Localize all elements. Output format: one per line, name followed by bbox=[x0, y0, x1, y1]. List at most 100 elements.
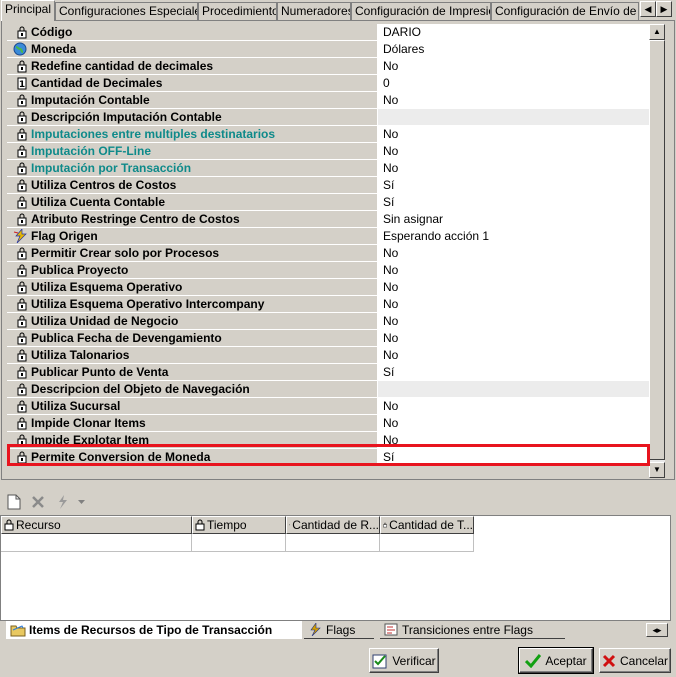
vertical-scrollbar[interactable]: ▲ ▼ bbox=[649, 24, 665, 478]
tab-flags[interactable]: Flags bbox=[304, 621, 374, 639]
property-value[interactable]: Sí bbox=[378, 364, 649, 380]
property-row[interactable]: Código DARIO bbox=[7, 24, 649, 41]
property-row[interactable]: Imputación Contable No bbox=[7, 92, 649, 109]
lock-icon bbox=[7, 109, 31, 125]
flag-icon bbox=[7, 228, 31, 244]
scroll-thumb[interactable] bbox=[649, 40, 665, 460]
property-row[interactable]: Imputación OFF-Line No bbox=[7, 143, 649, 160]
property-value[interactable]: Sí bbox=[378, 194, 649, 210]
property-value[interactable]: No bbox=[378, 296, 649, 312]
tab-scroll-left-button[interactable]: ◀ bbox=[640, 1, 656, 17]
column-header-tiempo[interactable]: Tiempo bbox=[192, 516, 286, 534]
property-grid-panel: Código DARIO Moneda Dólares Redefine cantida… bbox=[1, 20, 675, 480]
property-row[interactable]: Utiliza Talonarios No bbox=[7, 347, 649, 364]
property-row[interactable]: Utiliza Esquema Operativo Intercompany No bbox=[7, 296, 649, 313]
tab-numeradores[interactable]: Numeradores bbox=[277, 2, 351, 20]
property-value[interactable]: No bbox=[378, 92, 649, 108]
property-value[interactable]: DARIO bbox=[378, 24, 649, 40]
property-value[interactable]: No bbox=[378, 398, 649, 414]
property-name: Publica Fecha de Devengamiento bbox=[7, 330, 378, 346]
property-row[interactable]: Utiliza Centros de Costos Sí bbox=[7, 177, 649, 194]
tab-items-recursos[interactable]: Items de Recursos de Tipo de Transacción bbox=[6, 621, 302, 639]
property-row[interactable]: Permitir Crear solo por Procesos No bbox=[7, 245, 649, 262]
table-row[interactable] bbox=[1, 534, 474, 552]
property-name: Utiliza Esquema Operativo bbox=[7, 279, 378, 295]
property-value[interactable]: No bbox=[378, 143, 649, 159]
tab-configuracion-impresion[interactable]: Configuración de Impresión bbox=[351, 2, 491, 20]
property-value[interactable]: No bbox=[378, 347, 649, 363]
property-row[interactable]: Publicar Punto de Venta Sí bbox=[7, 364, 649, 381]
property-value[interactable]: No bbox=[378, 330, 649, 346]
lock-icon bbox=[7, 381, 31, 397]
new-item-button[interactable] bbox=[4, 492, 24, 512]
tab-nav-button[interactable]: ◂▸ bbox=[646, 623, 668, 637]
table-cell[interactable] bbox=[1, 534, 192, 552]
column-header-cantidad-t[interactable]: Cantidad de T... bbox=[380, 516, 474, 534]
chevron-right-icon: ▶ bbox=[660, 4, 668, 14]
property-value[interactable]: 0 bbox=[378, 75, 649, 91]
cancel-button[interactable]: Cancelar bbox=[599, 648, 671, 673]
property-value[interactable]: No bbox=[378, 415, 649, 431]
table-cell[interactable] bbox=[286, 534, 380, 552]
property-value[interactable]: No bbox=[378, 126, 649, 142]
property-value[interactable]: No bbox=[378, 313, 649, 329]
property-value[interactable]: Sí bbox=[378, 177, 649, 193]
tab-transiciones[interactable]: Transiciones entre Flags bbox=[380, 621, 565, 639]
property-value[interactable] bbox=[378, 381, 649, 397]
flag-action-dropdown[interactable] bbox=[76, 492, 86, 512]
property-row[interactable]: Descripcion del Objeto de Navegación bbox=[7, 381, 649, 398]
property-row[interactable]: Utiliza Unidad de Negocio No bbox=[7, 313, 649, 330]
button-label: Verificar bbox=[392, 653, 436, 668]
property-name: Moneda bbox=[7, 41, 378, 57]
table-cell[interactable] bbox=[192, 534, 286, 552]
scroll-up-button[interactable]: ▲ bbox=[649, 24, 665, 40]
property-value[interactable]: Sí bbox=[378, 449, 649, 465]
accept-button[interactable]: Aceptar bbox=[518, 647, 594, 674]
property-value[interactable]: No bbox=[378, 245, 649, 261]
property-row[interactable]: 1 Cantidad de Decimales 0 bbox=[7, 75, 649, 92]
property-row[interactable]: Publica Fecha de Devengamiento No bbox=[7, 330, 649, 347]
property-row[interactable]: Flag Origen Esperando acción 1 bbox=[7, 228, 649, 245]
scroll-down-button[interactable]: ▼ bbox=[649, 462, 665, 478]
property-value[interactable]: Sin asignar bbox=[378, 211, 649, 227]
lock-icon bbox=[7, 364, 31, 380]
property-row[interactable]: Moneda Dólares bbox=[7, 41, 649, 58]
property-value[interactable]: No bbox=[378, 279, 649, 295]
verify-icon bbox=[372, 654, 387, 668]
verify-button[interactable]: Verificar bbox=[369, 648, 439, 673]
property-row[interactable]: Redefine cantidad de decimales No bbox=[7, 58, 649, 75]
property-value[interactable]: No bbox=[378, 160, 649, 176]
table-cell[interactable] bbox=[380, 534, 474, 552]
tab-scroll-right-button[interactable]: ▶ bbox=[656, 1, 672, 17]
column-header-recurso[interactable]: Recurso bbox=[1, 516, 192, 534]
property-label: Utiliza Talonarios bbox=[31, 348, 130, 362]
property-value[interactable] bbox=[378, 109, 649, 125]
property-row[interactable]: Imputaciones entre multiples destinatari… bbox=[7, 126, 649, 143]
property-row[interactable]: Publica Proyecto No bbox=[7, 262, 649, 279]
property-value[interactable]: No bbox=[378, 58, 649, 74]
tab-configuracion-envio[interactable]: Configuración de Envío de M bbox=[491, 2, 639, 20]
property-value[interactable]: Esperando acción 1 bbox=[378, 228, 649, 244]
property-row[interactable]: Imputación por Transacción No bbox=[7, 160, 649, 177]
property-value[interactable]: Dólares bbox=[378, 41, 649, 57]
tab-procedimiento[interactable]: Procedimiento bbox=[198, 2, 277, 20]
property-row[interactable]: Utiliza Sucursal No bbox=[7, 398, 649, 415]
lock-icon bbox=[383, 522, 387, 528]
delete-item-button[interactable] bbox=[28, 492, 48, 512]
property-value[interactable]: No bbox=[378, 262, 649, 278]
tab-configuraciones-especiales[interactable]: Configuraciones Especiales bbox=[55, 2, 198, 20]
tab-principal[interactable]: Principal bbox=[1, 0, 55, 21]
property-name: Imputación por Transacción bbox=[7, 160, 378, 176]
property-row[interactable]: Impide Explotar Item No bbox=[7, 432, 649, 449]
property-row[interactable]: Impide Clonar Items No bbox=[7, 415, 649, 432]
property-row[interactable]: Permite Conversion de Moneda Sí bbox=[7, 449, 649, 466]
column-header-cantidad-r[interactable]: Cantidad de R... bbox=[286, 516, 380, 534]
flag-action-button[interactable] bbox=[52, 492, 72, 512]
lock-icon bbox=[7, 415, 31, 431]
property-row[interactable]: Descripción Imputación Contable bbox=[7, 109, 649, 126]
property-value[interactable]: No bbox=[378, 432, 649, 448]
property-row[interactable]: Utiliza Esquema Operativo No bbox=[7, 279, 649, 296]
property-row[interactable]: Atributo Restringe Centro de Costos Sin a… bbox=[7, 211, 649, 228]
property-row[interactable]: Utiliza Cuenta Contable Sí bbox=[7, 194, 649, 211]
property-label: Código bbox=[31, 25, 73, 39]
